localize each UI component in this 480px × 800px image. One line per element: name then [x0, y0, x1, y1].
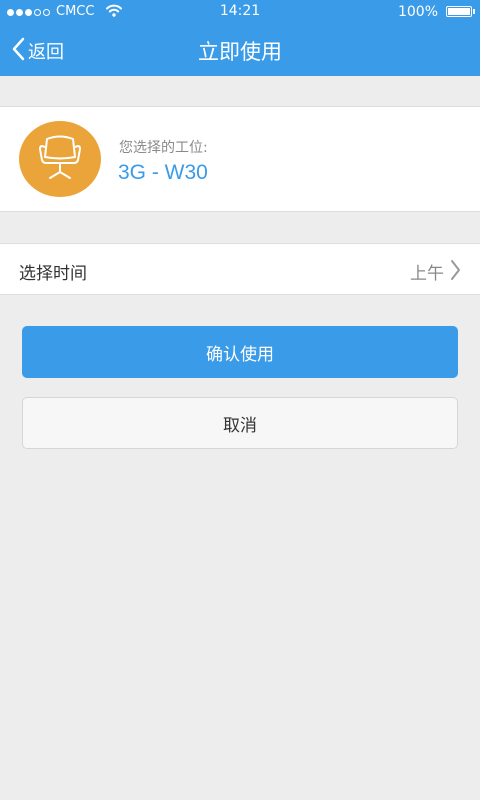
chevron-left-icon — [12, 37, 25, 65]
selected-workstation-value: 3G - W30 — [118, 161, 208, 184]
app-header: CMCC 14:21 100% 返回 立即使用 — [0, 0, 480, 76]
chevron-right-icon — [450, 259, 461, 285]
chair-icon — [29, 132, 91, 186]
cancel-button[interactable]: 取消 — [22, 397, 458, 449]
select-time-row[interactable]: 选择时间 上午 — [0, 243, 480, 295]
back-button[interactable]: 返回 — [12, 37, 64, 65]
status-bar: CMCC 14:21 100% — [0, 0, 480, 24]
select-time-value: 上午 — [410, 264, 444, 284]
confirm-use-button[interactable]: 确认使用 — [22, 326, 458, 378]
selected-workstation-label: 您选择的工位: — [119, 140, 208, 156]
selected-workstation-card: 您选择的工位: 3G - W30 — [0, 106, 480, 212]
battery-percentage: 100% — [397, 4, 438, 20]
workstation-avatar — [19, 121, 101, 197]
navigation-bar: 返回 立即使用 — [0, 24, 480, 76]
back-label: 返回 — [28, 42, 64, 63]
page-title: 立即使用 — [198, 40, 282, 64]
select-time-label: 选择时间 — [19, 264, 87, 284]
battery-icon — [446, 6, 475, 17]
